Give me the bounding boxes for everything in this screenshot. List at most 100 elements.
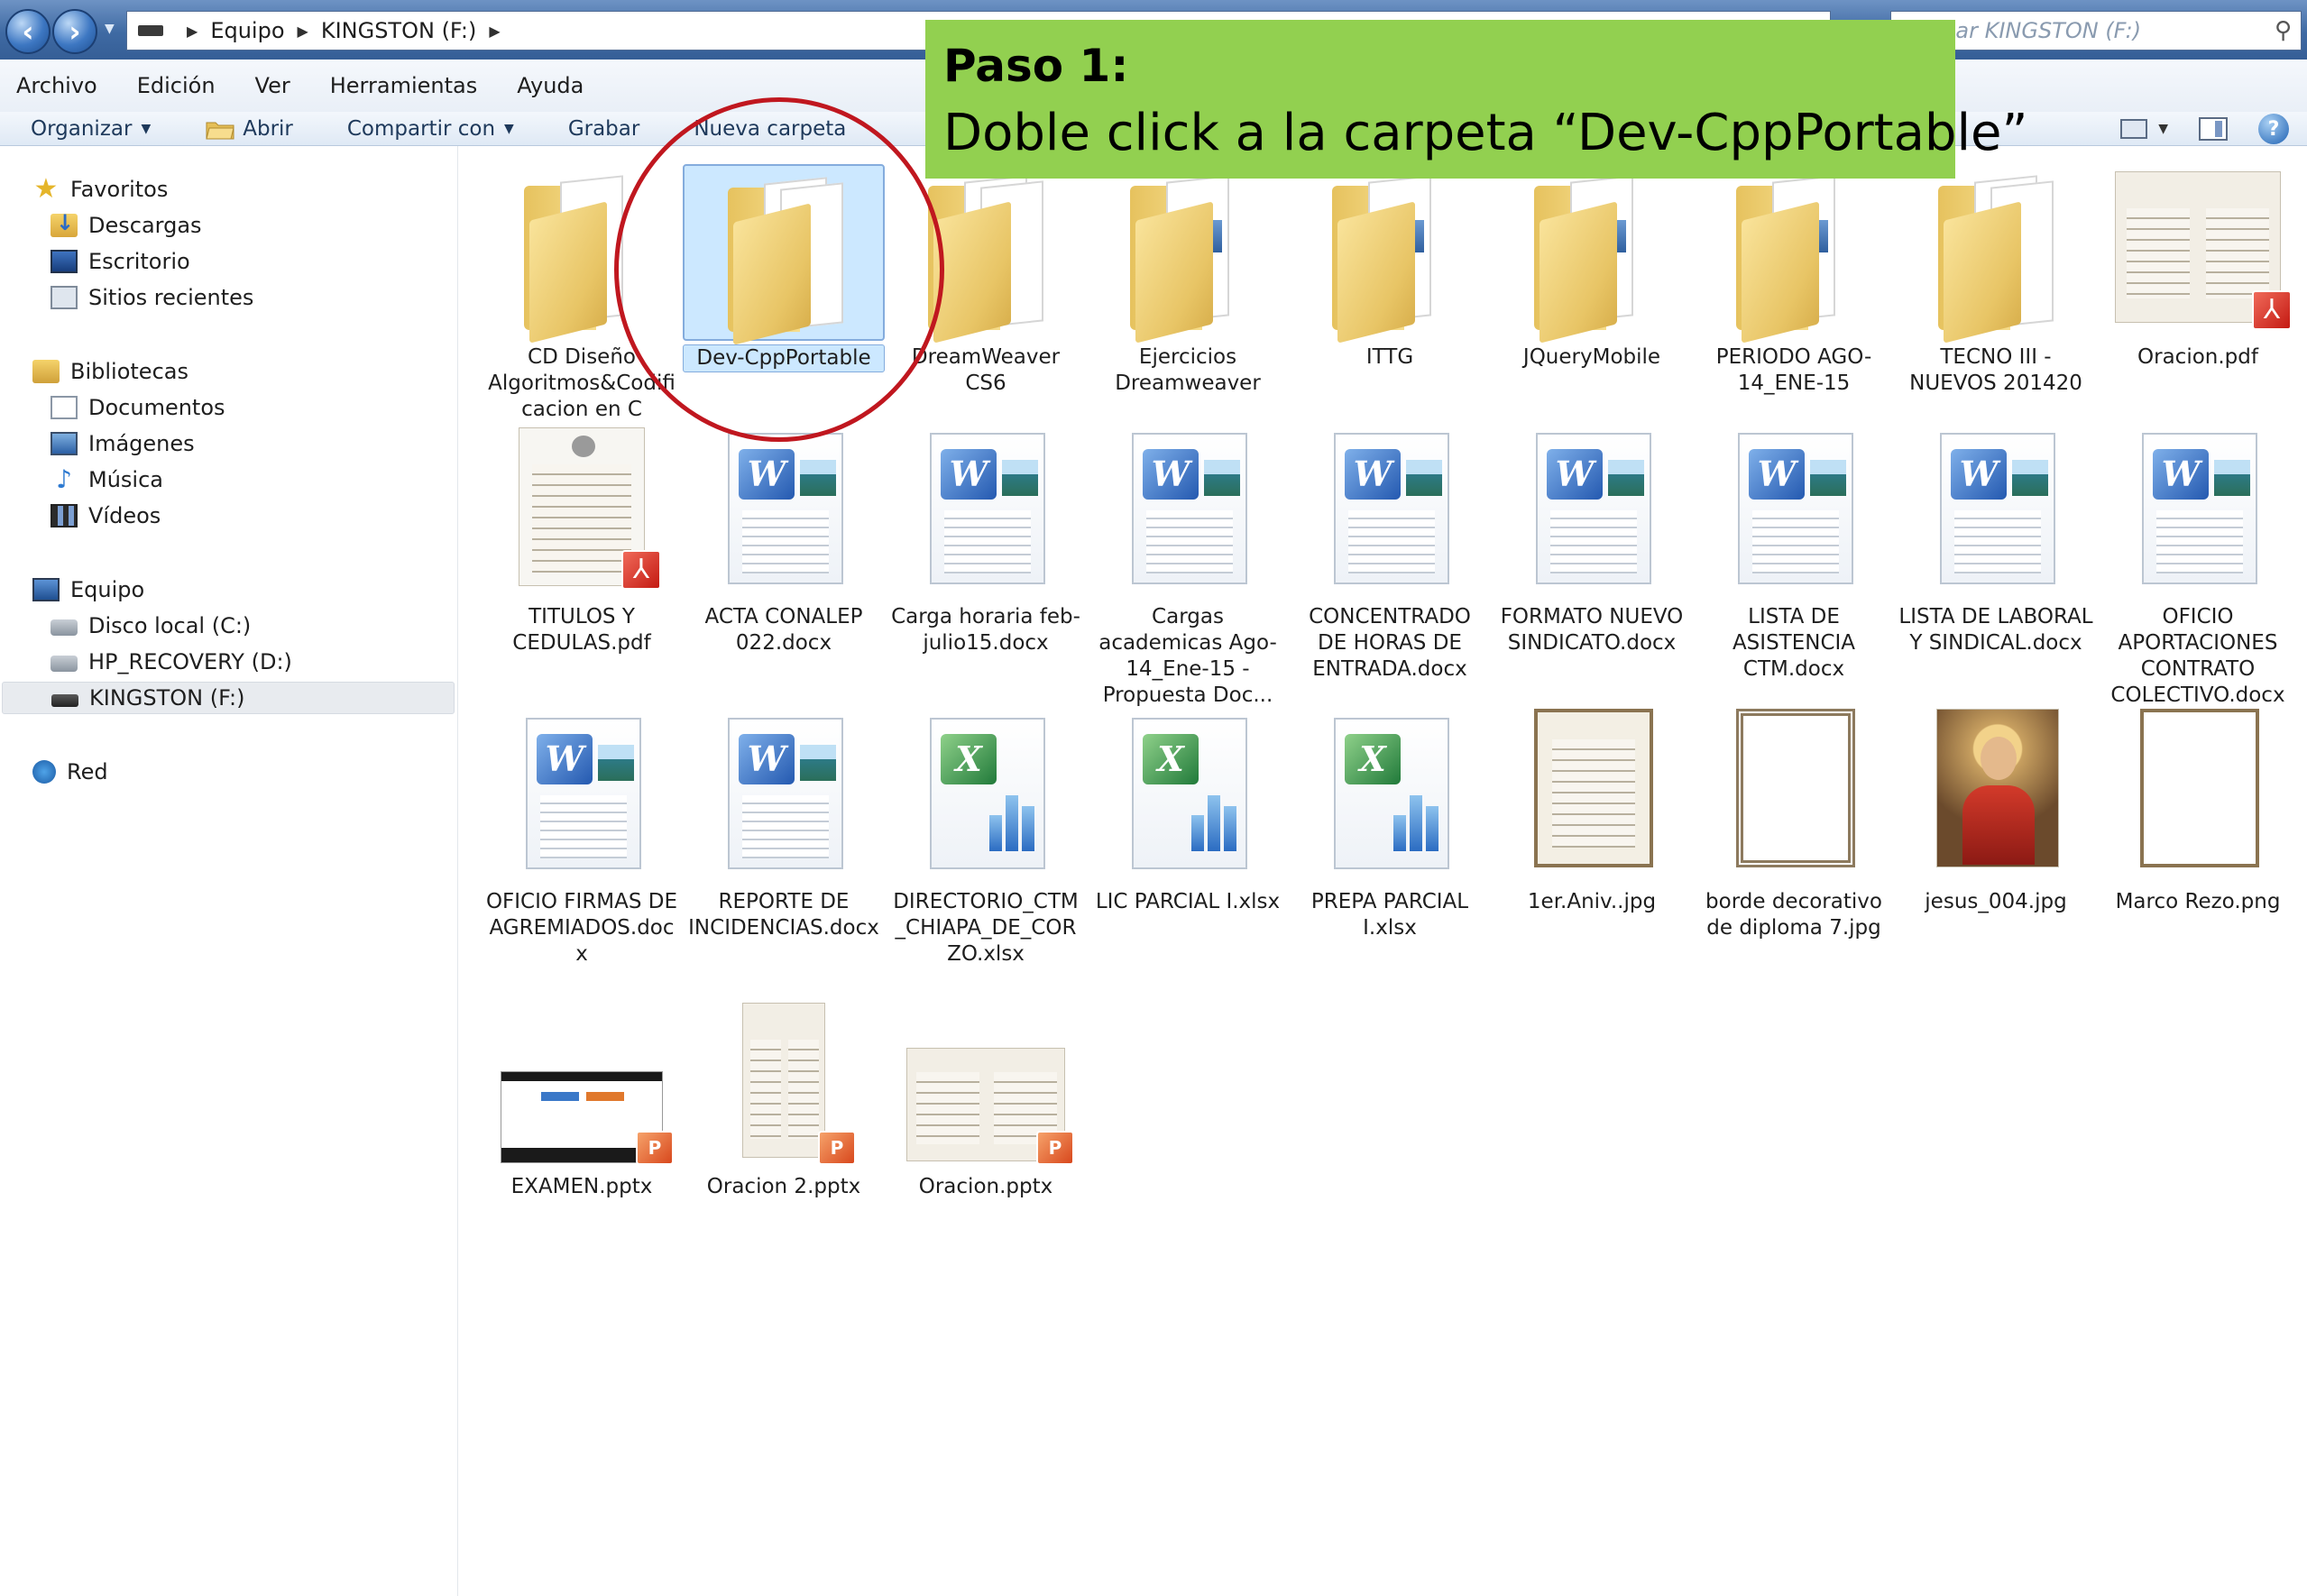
image-file-item[interactable]: Marco Rezo.png	[2097, 709, 2299, 915]
nav-libraries[interactable]: Bibliotecas	[32, 355, 188, 388]
breadcrumb-kingston[interactable]: KINGSTON (F:)	[321, 18, 477, 43]
excel-file-item[interactable]: X DIRECTORIO_CTM_CHIAPA_DE_CORZO.xlsx	[885, 709, 1087, 968]
powerpoint-file-item[interactable]: P EXAMEN.pptx	[481, 994, 683, 1200]
folder-icon	[1087, 164, 1289, 344]
nav-videos[interactable]: Vídeos	[51, 500, 161, 532]
nav-favorites[interactable]: ★ Favoritos	[32, 173, 169, 206]
nav-downloads[interactable]: Descargas	[51, 209, 202, 242]
nav-recovery-drive[interactable]: HP_RECOVERY (D:)	[51, 646, 292, 678]
image-file-item[interactable]: 1er.Aniv..jpg	[1491, 709, 1693, 915]
nav-music[interactable]: ♪ Música	[51, 463, 163, 496]
folder-item[interactable]: JQueryMobile	[1491, 164, 1693, 371]
word-document-icon: W	[1491, 424, 1693, 601]
folder-item[interactable]: ITTG	[1289, 164, 1491, 371]
folder-item[interactable]: TECNO III - NUEVOS 201420	[1895, 164, 2097, 397]
nav-label: Bibliotecas	[70, 359, 188, 384]
file-label: TECNO III - NUEVOS 201420	[1909, 345, 2082, 395]
file-label: 1er.Aniv..jpg	[1527, 890, 1657, 913]
powerpoint-file-item[interactable]: P Oracion.pptx	[885, 994, 1087, 1200]
word-file-item[interactable]: W LISTA DE ASISTENCIA CTM.docx	[1693, 424, 1895, 683]
chevron-right-icon[interactable]: ▶	[298, 23, 308, 40]
open-button[interactable]: Abrir	[205, 117, 293, 141]
image-thumbnail	[2097, 709, 2299, 885]
folder-item[interactable]: Ejercicios Dreamweaver	[1087, 164, 1289, 397]
menu-ver[interactable]: Ver	[255, 73, 290, 98]
chevron-down-icon: ▼	[141, 121, 152, 136]
menu-archivo[interactable]: Archivo	[16, 73, 97, 98]
presentation-thumbnail: P	[885, 994, 1087, 1170]
chevron-right-icon[interactable]: ▶	[489, 23, 500, 40]
file-label: Oracion.pdf	[2137, 345, 2258, 369]
pdf-icon: ⅄	[621, 550, 661, 590]
word-file-item[interactable]: W OFICIO APORTACIONES CONTRATO COLECTIVO…	[2097, 424, 2299, 709]
menu-herramientas[interactable]: Herramientas	[330, 73, 477, 98]
word-file-item[interactable]: W LISTA DE LABORAL Y SINDICAL.docx	[1895, 424, 2097, 656]
pdf-thumbnail: ⅄	[481, 424, 683, 601]
excel-spreadsheet-icon: X	[1087, 709, 1289, 885]
pictures-icon	[51, 432, 78, 455]
word-document-icon: W	[683, 424, 885, 601]
word-file-item[interactable]: W REPORTE DE INCIDENCIAS.docx	[683, 709, 885, 941]
file-label: LISTA DE LABORAL Y SINDICAL.docx	[1898, 605, 2093, 655]
file-label: Ejercicios Dreamweaver	[1115, 345, 1261, 395]
view-controls: ▼ ?	[2120, 112, 2289, 146]
nav-desktop[interactable]: Escritorio	[51, 245, 190, 278]
callout-title: Paso 1:	[943, 40, 1129, 92]
organize-button[interactable]: Organizar ▼	[31, 117, 151, 141]
libraries-icon	[32, 360, 60, 383]
nav-local-disk[interactable]: Disco local (C:)	[51, 610, 251, 642]
nav-documents[interactable]: Documentos	[51, 391, 225, 424]
powerpoint-file-item[interactable]: P Oracion 2.pptx	[683, 994, 885, 1200]
word-file-item[interactable]: W Cargas academicas Ago-14_Ene-15 -Propu…	[1087, 424, 1289, 709]
file-label: DIRECTORIO_CTM_CHIAPA_DE_CORZO.xlsx	[893, 890, 1079, 966]
forward-button[interactable]: ›	[52, 9, 97, 54]
image-file-item[interactable]: borde decorativo de diploma 7.jpg	[1693, 709, 1895, 941]
folder-icon	[1895, 164, 2097, 344]
breadcrumb-equipo[interactable]: Equipo	[210, 18, 284, 43]
word-document-icon: W	[2097, 424, 2299, 601]
word-document-icon: W	[481, 709, 683, 885]
excel-spreadsheet-icon: X	[1289, 709, 1491, 885]
word-document-icon: W	[1895, 424, 2097, 601]
share-button[interactable]: Compartir con ▼	[347, 117, 514, 141]
chevron-right-icon[interactable]: ▶	[187, 23, 198, 40]
word-file-item[interactable]: W CONCENTRADO DE HORAS DE ENTRADA.docx	[1289, 424, 1491, 683]
nav-network[interactable]: Red	[32, 756, 108, 788]
file-label: OFICIO APORTACIONES CONTRATO COLECTIVO.d…	[2110, 605, 2285, 707]
pdf-file-item[interactable]: ⅄ Oracion.pdf	[2097, 164, 2299, 371]
search-icon[interactable]: ⚲	[2275, 17, 2292, 44]
pdf-icon: ⅄	[2252, 290, 2292, 330]
preview-pane-icon[interactable]	[2199, 117, 2228, 141]
nav-recent-places[interactable]: Sitios recientes	[51, 281, 253, 314]
word-file-item[interactable]: W FORMATO NUEVO SINDICATO.docx	[1491, 424, 1693, 656]
nav-label: Descargas	[88, 213, 202, 238]
help-icon[interactable]: ?	[2258, 114, 2289, 144]
image-file-item[interactable]: jesus_004.jpg	[1895, 709, 2097, 915]
back-button[interactable]: ‹	[5, 9, 51, 54]
chevron-down-icon: ▼	[504, 121, 514, 136]
word-file-item[interactable]: W ACTA CONALEP 022.docx	[683, 424, 885, 656]
file-label: Cargas academicas Ago-14_Ene-15 -Propues…	[1098, 605, 1277, 707]
nav-kingston[interactable]: KINGSTON (F:)	[2, 682, 455, 714]
word-document-icon: W	[1087, 424, 1289, 601]
excel-file-item[interactable]: X LIC PARCIAL I.xlsx	[1087, 709, 1289, 915]
image-thumbnail	[1491, 709, 1693, 885]
burn-button[interactable]: Grabar	[568, 117, 640, 141]
chevron-down-icon[interactable]: ▼	[2158, 122, 2168, 136]
menu-ayuda[interactable]: Ayuda	[517, 73, 584, 98]
excel-file-item[interactable]: X PREPA PARCIAL I.xlsx	[1289, 709, 1491, 941]
nav-label: Red	[67, 759, 108, 784]
powerpoint-icon: P	[1036, 1131, 1074, 1165]
pdf-file-item[interactable]: ⅄ TITULOS Y CEDULAS.pdf	[481, 424, 683, 656]
share-label: Compartir con	[346, 116, 496, 141]
nav-computer[interactable]: Equipo	[32, 573, 144, 606]
change-view-icon[interactable]	[2120, 119, 2148, 139]
folder-item[interactable]: PERIODO AGO-14_ENE-15	[1693, 164, 1895, 397]
word-file-item[interactable]: W Carga horaria feb-julio15.docx	[885, 424, 1087, 656]
file-label: LISTA DE ASISTENCIA CTM.docx	[1732, 605, 1856, 681]
nav-images[interactable]: Imágenes	[51, 427, 195, 460]
highlight-circle	[614, 97, 944, 442]
recent-pages-dropdown[interactable]: ▼	[105, 22, 115, 36]
menu-edicion[interactable]: Edición	[137, 73, 216, 98]
word-file-item[interactable]: W OFICIO FIRMAS DE AGREMIADOS.docx	[481, 709, 683, 968]
